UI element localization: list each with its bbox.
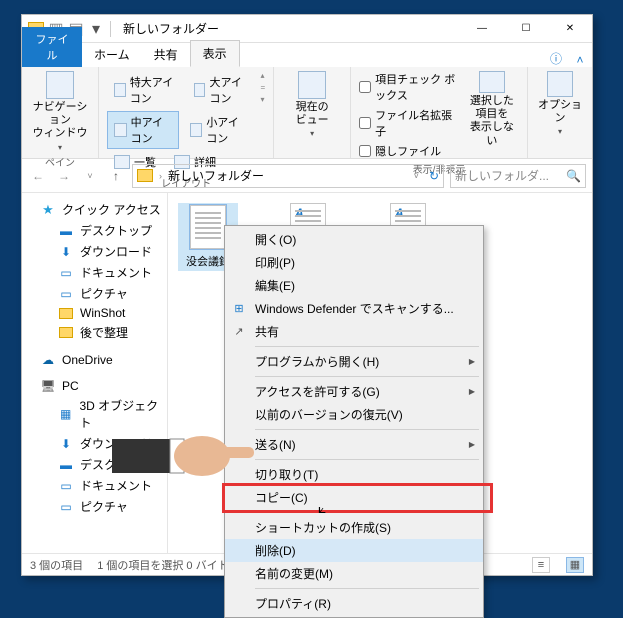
ctx-copy[interactable]: コピー(C) bbox=[225, 486, 483, 509]
tab-home[interactable]: ホーム bbox=[82, 42, 142, 67]
nav-fwd[interactable]: → bbox=[54, 169, 74, 183]
ribbon-collapse-icon[interactable]: ˄ bbox=[568, 53, 592, 67]
nav-pane-button[interactable]: ナビゲーション ウィンドウ ▾ bbox=[30, 71, 90, 152]
sidebar-dl2[interactable]: ⬇ダウンロード bbox=[22, 433, 167, 454]
ctx-cut[interactable]: 切り取り(T) bbox=[225, 463, 483, 486]
ctx-open[interactable]: 開く(O) bbox=[225, 228, 483, 251]
ctx-defender[interactable]: ⊞Windows Defender でスキャンする... bbox=[225, 297, 483, 320]
nav-pane: ★クイック アクセス ▬デスクトップ ⬇ダウンロード ▭ドキュメント ▭ピクチャ… bbox=[22, 193, 168, 553]
context-menu: 開く(O) 印刷(P) 編集(E) ⊞Windows Defender でスキャ… bbox=[224, 225, 484, 618]
ctx-edit[interactable]: 編集(E) bbox=[225, 274, 483, 297]
maximize-button[interactable]: ☐ bbox=[504, 15, 548, 43]
hide-selected-button[interactable]: 選択した項目を 表示しない bbox=[465, 71, 519, 148]
refresh-icon[interactable]: ↻ bbox=[429, 169, 439, 183]
group-pane-label: ペイン bbox=[30, 152, 90, 169]
ctx-delete[interactable]: 削除(D) bbox=[225, 539, 483, 562]
chk-ext[interactable]: ファイル名拡張子 bbox=[359, 107, 459, 139]
chk-itemcheck[interactable]: 項目チェック ボックス bbox=[359, 71, 459, 103]
ctx-shortcut[interactable]: ショートカットの作成(S) bbox=[225, 516, 483, 539]
nav-up[interactable]: ↑ bbox=[106, 169, 126, 183]
ribbon: ナビゲーション ウィンドウ ▾ ペイン 特大アイコン 大アイコン 中アイコン 小… bbox=[22, 67, 592, 159]
nav-back[interactable]: ← bbox=[28, 169, 48, 183]
currentview-button[interactable]: 現在の ビュー ▾ bbox=[282, 71, 342, 139]
sidebar-doc2[interactable]: ▭ドキュメント bbox=[22, 475, 167, 496]
ctx-print[interactable]: 印刷(P) bbox=[225, 251, 483, 274]
group-pane: ナビゲーション ウィンドウ ▾ ペイン bbox=[22, 67, 99, 158]
search-field[interactable]: 新しいフォルダ... 🔍 bbox=[450, 164, 586, 188]
sidebar-pic2[interactable]: ▭ピクチャ bbox=[22, 496, 167, 517]
sidebar-desktop[interactable]: ▬デスクトップ bbox=[22, 220, 167, 241]
chk-hidden[interactable]: 隠しファイル bbox=[359, 143, 459, 159]
layout-lg[interactable]: 大アイコン bbox=[187, 71, 255, 109]
ribbon-help-icon[interactable]: ⓘ bbox=[544, 50, 568, 67]
nav-recent[interactable]: ˅ bbox=[80, 171, 100, 181]
address-field[interactable]: › 新しいフォルダー ˅ ↻ bbox=[132, 164, 444, 188]
sidebar-desk2[interactable]: ▬デスクトップ bbox=[22, 454, 167, 475]
address-dropdown-icon[interactable]: ˅ bbox=[414, 171, 419, 181]
ribbon-tabs: ファイル ホーム 共有 表示 ⓘ ˄ bbox=[22, 43, 592, 67]
view-details-icon[interactable]: ≡ bbox=[532, 557, 550, 573]
sidebar-documents[interactable]: ▭ドキュメント bbox=[22, 262, 167, 283]
view-icons-icon[interactable]: ▦ bbox=[566, 557, 584, 573]
ctx-access[interactable]: アクセスを許可する(G) bbox=[225, 380, 483, 403]
ctx-openwith[interactable]: プログラムから開く(H) bbox=[225, 350, 483, 373]
folder-icon bbox=[137, 169, 153, 182]
sidebar-winshot[interactable]: WinShot bbox=[22, 304, 167, 322]
quick-access[interactable]: ★クイック アクセス bbox=[22, 199, 167, 220]
search-icon: 🔍 bbox=[566, 169, 581, 183]
ctx-sendto[interactable]: 送る(N) bbox=[225, 433, 483, 456]
sidebar-later[interactable]: 後で整理 bbox=[22, 322, 167, 343]
doc-icon bbox=[190, 205, 226, 249]
ctx-rename[interactable]: 名前の変更(M) bbox=[225, 562, 483, 585]
options-button[interactable]: オプション ▾ bbox=[536, 71, 584, 137]
status-selection: 1 個の項目を選択 0 バイト bbox=[97, 557, 228, 573]
group-showhide: 項目チェック ボックス ファイル名拡張子 隠しファイル 選択した項目を 表示しな… bbox=[351, 67, 528, 158]
breadcrumb[interactable]: 新しいフォルダー bbox=[168, 167, 264, 184]
sidebar-downloads[interactable]: ⬇ダウンロード bbox=[22, 241, 167, 262]
qa-dropdown[interactable]: ▾ bbox=[88, 21, 104, 37]
tab-file[interactable]: ファイル bbox=[22, 27, 82, 67]
layout-xl[interactable]: 特大アイコン bbox=[107, 71, 183, 109]
sidebar-pictures[interactable]: ▭ピクチャ bbox=[22, 283, 167, 304]
group-layout: 特大アイコン 大アイコン 中アイコン 小アイコン 一覧 詳細 ▴=▾ bbox=[99, 67, 274, 158]
ctx-share[interactable]: ↗共有 bbox=[225, 320, 483, 343]
tab-share[interactable]: 共有 bbox=[142, 42, 190, 67]
layout-sm[interactable]: 小アイコン bbox=[183, 111, 255, 149]
window-title: 新しいフォルダー bbox=[123, 20, 460, 37]
sidebar-pc[interactable]: 🖥PC bbox=[22, 377, 167, 395]
minimize-button[interactable]: — bbox=[460, 15, 504, 43]
sidebar-onedrive[interactable]: ☁OneDrive bbox=[22, 351, 167, 369]
sidebar-3d[interactable]: ▦3D オブジェクト bbox=[22, 395, 167, 433]
title-bar: ▥ ▤ ▾ 新しいフォルダー — ☐ ✕ bbox=[22, 15, 592, 43]
status-count: 3 個の項目 bbox=[30, 557, 83, 573]
group-currentview: 現在の ビュー ▾ bbox=[274, 67, 351, 158]
ctx-restore[interactable]: 以前のバージョンの復元(V) bbox=[225, 403, 483, 426]
tab-view[interactable]: 表示 bbox=[190, 40, 240, 67]
ctx-properties[interactable]: プロパティ(R) bbox=[225, 592, 483, 615]
layout-md[interactable]: 中アイコン bbox=[107, 111, 179, 149]
group-options: オプション ▾ bbox=[528, 67, 592, 158]
close-button[interactable]: ✕ bbox=[548, 15, 592, 43]
shield-icon: ⊞ bbox=[231, 301, 247, 317]
share-icon: ↗ bbox=[231, 324, 247, 340]
